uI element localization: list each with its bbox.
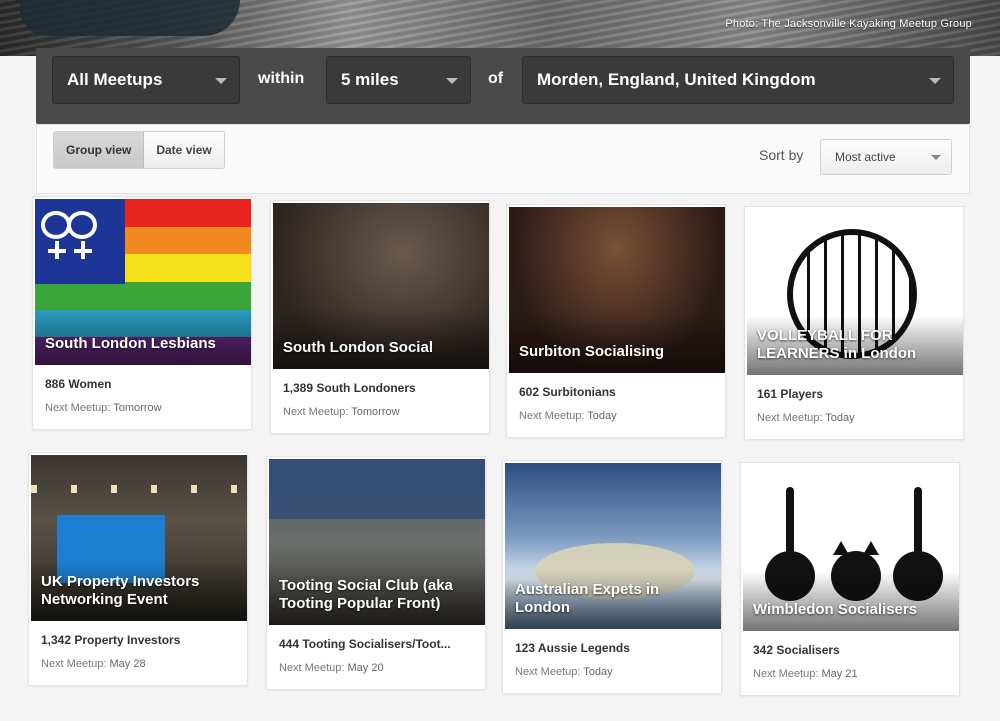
next-meetup-label: Next Meetup: <box>45 402 111 414</box>
conference-photo: UK Property Investors Networking Event <box>31 455 247 621</box>
location-value: Morden, England, United Kingdom <box>537 70 816 89</box>
group-card[interactable]: Surbiton Socialising 602 Surbitonians Ne… <box>506 204 726 438</box>
sort-value: Most active <box>835 150 896 164</box>
cats-illustration: Wimbledon Socialisers <box>743 465 959 631</box>
group-name[interactable]: Tooting Social Club (aka Tooting Popular… <box>279 577 477 613</box>
next-meetup-date: Today <box>587 410 617 422</box>
next-meetup-date: May 20 <box>347 662 384 674</box>
distance-value: 5 miles <box>341 70 399 89</box>
next-meetup: Next Meetup: Today <box>519 410 617 422</box>
hot-spring-photo: Australian Expets in London <box>505 463 721 629</box>
group-name[interactable]: Wimbledon Socialisers <box>753 601 951 619</box>
member-count: 1,342 Property Investors <box>41 633 181 647</box>
next-meetup-label: Next Meetup: <box>753 668 819 680</box>
group-name[interactable]: South London Lesbians <box>45 335 243 353</box>
next-meetup: Next Meetup: Today <box>515 666 613 678</box>
next-meetup: Next Meetup: May 21 <box>753 668 858 680</box>
group-card[interactable]: Wimbledon Socialisers 342 Socialisers Ne… <box>740 462 960 696</box>
member-count: 123 Aussie Legends <box>515 641 630 655</box>
next-meetup-label: Next Meetup: <box>279 662 345 674</box>
sort-label: Sort by <box>759 147 804 163</box>
next-meetup: Next Meetup: May 28 <box>41 658 146 670</box>
next-meetup-label: Next Meetup: <box>283 406 349 418</box>
next-meetup-label: Next Meetup: <box>519 410 585 422</box>
next-meetup-label: Next Meetup: <box>515 666 581 678</box>
group-card[interactable]: UK Property Investors Networking Event 1… <box>28 452 248 686</box>
next-meetup-date: Tomorrow <box>113 402 162 414</box>
next-meetup-date: May 28 <box>109 658 146 670</box>
chevron-down-icon <box>215 78 227 84</box>
chevron-down-icon <box>446 78 458 84</box>
next-meetup-label: Next Meetup: <box>757 412 823 424</box>
category-dropdown[interactable]: All Meetups <box>52 56 240 104</box>
view-toggle: Group view Date view <box>53 131 225 169</box>
date-view-button[interactable]: Date view <box>144 132 224 168</box>
member-count: 342 Socialisers <box>753 643 840 657</box>
of-label: of <box>488 70 504 87</box>
group-name[interactable]: Australian Expets in London <box>515 581 713 617</box>
controls-panel: Group view Date view Sort by Most active <box>36 124 970 194</box>
next-meetup-date: Today <box>825 412 855 424</box>
group-card[interactable]: Australian Expets in London 123 Aussie L… <box>502 460 722 694</box>
party-group-photo: Surbiton Socialising <box>509 207 725 373</box>
rainbow-flag-image: South London Lesbians <box>35 199 251 365</box>
group-view-button[interactable]: Group view <box>54 132 145 168</box>
member-count: 444 Tooting Socialisers/Toot... <box>279 637 451 651</box>
member-count: 602 Surbitonians <box>519 385 616 399</box>
next-meetup: Next Meetup: Tomorrow <box>45 402 162 414</box>
group-card[interactable]: South London Social 1,389 South Londoner… <box>270 200 490 434</box>
category-value: All Meetups <box>67 70 163 89</box>
group-card[interactable]: South London Lesbians 886 Women Next Mee… <box>32 196 252 430</box>
group-card[interactable]: VOLLEYBALL FOR LEARNERS in London 161 Pl… <box>744 206 964 440</box>
club-band-photo: Tooting Social Club (aka Tooting Popular… <box>269 459 485 625</box>
next-meetup: Next Meetup: Tomorrow <box>283 406 400 418</box>
group-name[interactable]: Surbiton Socialising <box>519 343 717 361</box>
next-meetup: Next Meetup: May 20 <box>279 662 384 674</box>
group-name[interactable]: UK Property Investors Networking Event <box>41 573 239 609</box>
search-bar: All Meetups within 5 miles of Morden, En… <box>36 48 970 124</box>
pub-group-photo: South London Social <box>273 203 489 369</box>
photo-credit: Photo: The Jacksonville Kayaking Meetup … <box>725 18 972 30</box>
chevron-down-icon <box>929 78 941 84</box>
chevron-down-icon <box>931 155 941 160</box>
next-meetup-label: Next Meetup: <box>41 658 107 670</box>
next-meetup: Next Meetup: Today <box>757 412 855 424</box>
kayak-silhouette <box>20 0 240 36</box>
member-count: 1,389 South Londoners <box>283 381 416 395</box>
within-label: within <box>258 70 305 87</box>
group-name[interactable]: VOLLEYBALL FOR LEARNERS in London <box>757 327 955 363</box>
next-meetup-date: Today <box>583 666 613 678</box>
member-count: 886 Women <box>45 377 112 391</box>
member-count: 161 Players <box>757 387 824 401</box>
location-dropdown[interactable]: Morden, England, United Kingdom <box>522 56 954 104</box>
next-meetup-date: May 21 <box>821 668 858 680</box>
group-card[interactable]: Tooting Social Club (aka Tooting Popular… <box>266 456 486 690</box>
distance-dropdown[interactable]: 5 miles <box>326 56 471 104</box>
sort-dropdown[interactable]: Most active <box>820 139 952 175</box>
group-name[interactable]: South London Social <box>283 339 481 357</box>
volleyball-logo-image: VOLLEYBALL FOR LEARNERS in London <box>747 209 963 375</box>
next-meetup-date: Tomorrow <box>351 406 400 418</box>
